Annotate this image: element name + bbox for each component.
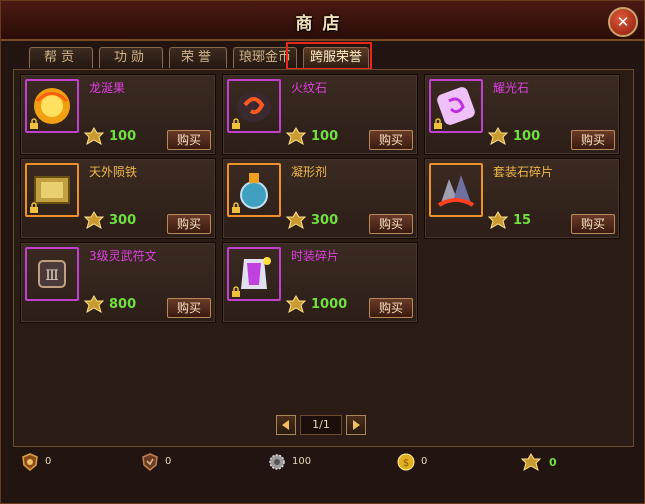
item-price: 300: [311, 213, 339, 228]
tab-honor[interactable]: 荣誉: [169, 47, 227, 68]
cross-server-honor-icon: [487, 211, 509, 229]
honor-gear-icon: [269, 454, 285, 470]
buy-button[interactable]: 购买: [571, 130, 615, 150]
cross-server-honor-icon: [285, 127, 307, 145]
fashion-fragment-icon[interactable]: [227, 247, 281, 301]
meteor-iron-icon[interactable]: [25, 163, 79, 217]
lock-icon: [434, 118, 442, 129]
cross-server-honor-icon: [521, 453, 541, 471]
item-price: 100: [109, 129, 137, 144]
svg-text:Ⅲ: Ⅲ: [45, 268, 59, 284]
radiant-stone-icon[interactable]: [429, 79, 483, 133]
pager: 1/1: [276, 415, 366, 437]
buy-button[interactable]: 购买: [167, 130, 211, 150]
cross-server-honor-icon: [285, 295, 307, 313]
langya-coin-value: 0: [421, 456, 428, 467]
item-name: 3级灵武符文: [89, 249, 157, 263]
buy-button[interactable]: 购买: [167, 214, 211, 234]
tab-guild-contribution[interactable]: 帮贡: [29, 47, 93, 68]
merit-medal-icon: [142, 453, 158, 471]
item-name: 耀光石: [493, 81, 530, 95]
buy-button[interactable]: 购买: [369, 130, 413, 150]
lock-icon: [232, 202, 240, 213]
suit-stone-fragment-icon[interactable]: [429, 163, 483, 217]
cross-server-honor-icon: [487, 127, 509, 145]
item-price: 800: [109, 297, 137, 312]
cross-server-honor-value: 0: [549, 456, 557, 469]
dragon-fruit-icon[interactable]: [25, 79, 79, 133]
item-name: 套装石碎片: [493, 165, 554, 179]
merit-value: 0: [165, 456, 172, 467]
shop-item-card: 耀光石 100 购买: [424, 74, 620, 155]
window-title: 商店: [295, 14, 350, 34]
potion-icon[interactable]: [227, 163, 281, 217]
buy-button[interactable]: 购买: [167, 298, 211, 318]
selected-tab-highlight: [286, 42, 372, 70]
cross-server-honor-icon: [83, 127, 105, 145]
item-price: 15: [513, 213, 532, 228]
item-name: 火纹石: [291, 81, 328, 95]
svg-text:$: $: [403, 458, 409, 469]
buy-button[interactable]: 购买: [571, 214, 615, 234]
item-name: 龙涎果: [89, 81, 126, 95]
close-button[interactable]: ✕: [608, 7, 638, 37]
buy-button[interactable]: 购买: [369, 214, 413, 234]
page-indicator: 1/1: [300, 415, 342, 435]
arrow-left-icon: [282, 420, 289, 430]
shop-item-card: 套装石碎片 15 购买: [424, 158, 620, 239]
tab-merit[interactable]: 功勋: [99, 47, 163, 68]
honor-value: 100: [292, 456, 312, 467]
lock-icon: [30, 118, 38, 129]
item-name: 天外陨铁: [89, 165, 138, 179]
shop-item-card: 凝形剂 300 购买: [222, 158, 418, 239]
next-page-button[interactable]: [346, 415, 366, 435]
shop-item-card: 天外陨铁 300 购买: [20, 158, 216, 239]
rune-tablet-icon[interactable]: Ⅲ: [25, 247, 79, 301]
shop-item-card: 龙涎果 100 购买: [20, 74, 216, 155]
item-name: 凝形剂: [291, 165, 328, 179]
cross-server-honor-icon: [285, 211, 307, 229]
guild-contribution-value: 0: [45, 456, 52, 467]
shop-item-card: Ⅲ 3级灵武符文 800 购买: [20, 242, 216, 323]
cross-server-honor-icon: [83, 295, 105, 313]
shop-item-card: 火纹石 100 购买: [222, 74, 418, 155]
fire-rune-stone-icon[interactable]: [227, 79, 281, 133]
item-name: 时装碎片: [291, 249, 340, 263]
lock-icon: [232, 286, 240, 297]
shop-window: 商店 ✕ 帮贡 功勋 荣誉 琅琊金币 跨服荣誉 龙涎果 100 购买 火纹石 100 购买…: [0, 0, 645, 504]
item-price: 100: [311, 129, 339, 144]
guild-contribution-icon: [22, 453, 38, 471]
cross-server-honor-icon: [83, 211, 105, 229]
langya-coin-icon: $: [397, 453, 415, 471]
item-price: 100: [513, 129, 541, 144]
item-price: 1000: [311, 297, 348, 312]
lock-icon: [30, 202, 38, 213]
buy-button[interactable]: 购买: [369, 298, 413, 318]
title-bar: 商店 ✕: [1, 1, 644, 41]
lock-icon: [232, 118, 240, 129]
item-price: 300: [109, 213, 137, 228]
shop-item-card: 时装碎片 1000 购买: [222, 242, 418, 323]
prev-page-button[interactable]: [276, 415, 296, 435]
currency-footer: 0 0 100 $ 0 0: [1, 447, 644, 477]
arrow-right-icon: [353, 420, 360, 430]
